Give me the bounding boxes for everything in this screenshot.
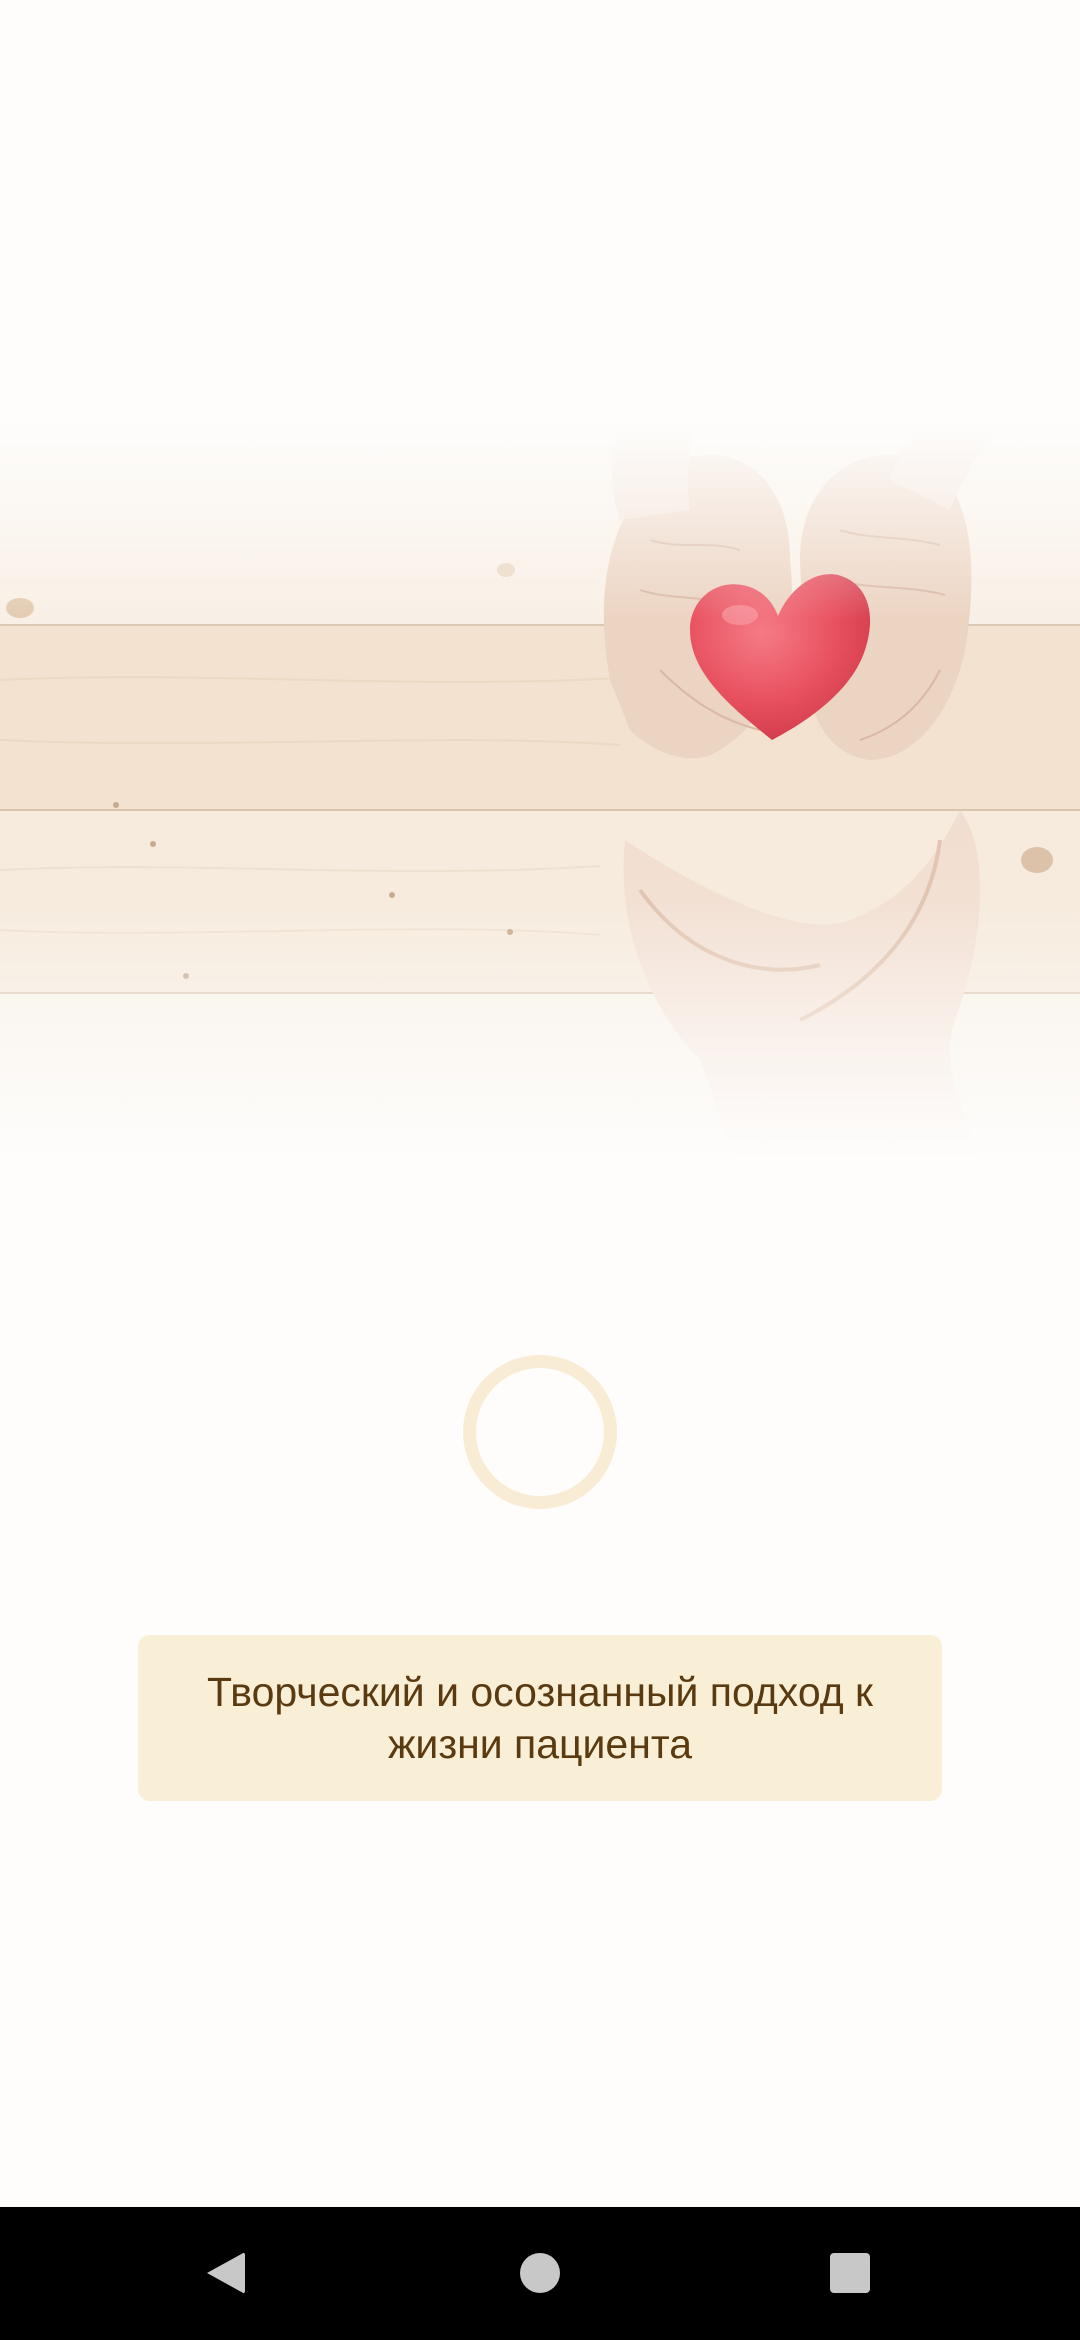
tagline-card: Творческий и осознанный подход к жизни п…	[138, 1635, 942, 1801]
hero-image	[0, 420, 1080, 1160]
loading-ring-icon	[463, 1355, 617, 1509]
recents-button[interactable]	[820, 2243, 880, 2303]
home-button[interactable]	[510, 2243, 570, 2303]
home-circle-icon	[520, 2253, 560, 2293]
hero-fade-top	[0, 420, 1080, 620]
tagline-text: Творческий и осознанный подход к жизни п…	[207, 1669, 873, 1767]
back-button[interactable]	[196, 2243, 256, 2303]
splash-screen: Творческий и осознанный подход к жизни п…	[0, 0, 1080, 2340]
back-triangle-icon	[207, 2252, 245, 2294]
navigation-bar	[0, 2207, 1080, 2340]
recents-square-icon	[830, 2253, 870, 2293]
hero-fade-bottom	[0, 900, 1080, 1160]
